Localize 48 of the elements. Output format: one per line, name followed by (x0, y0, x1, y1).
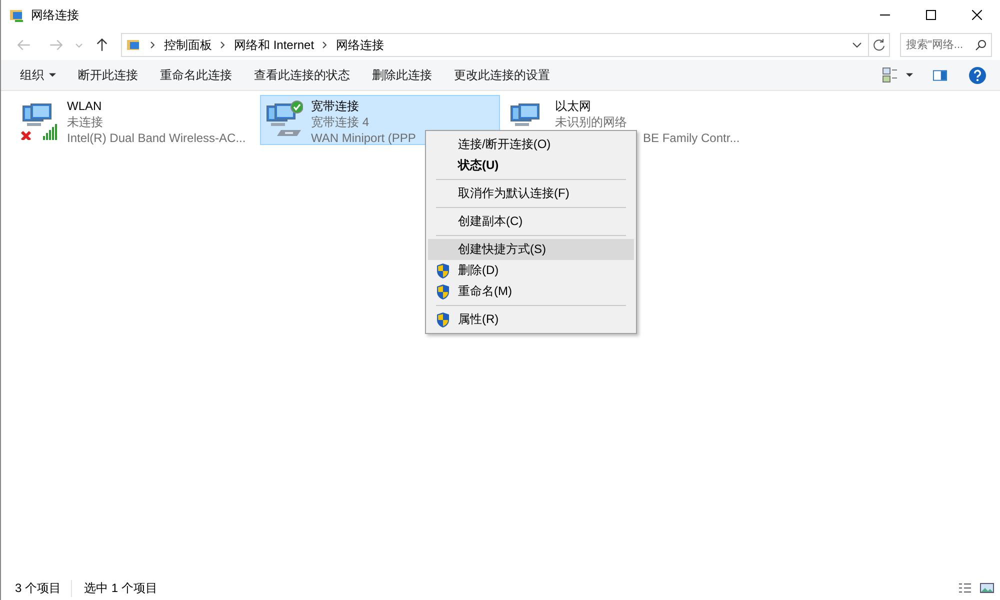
search-field[interactable]: 搜索"网络... (900, 33, 992, 57)
toolbar-button[interactable]: 组织 (9, 62, 67, 88)
connection-name: 宽带连接 (311, 98, 360, 114)
large-icons-view-icon[interactable] (980, 582, 994, 594)
close-icon (972, 10, 982, 20)
breadcrumb[interactable]: 网络连接 (336, 36, 384, 54)
caret-icon (49, 73, 56, 77)
adapter-name: Intel(R) Dual Band Wireless-AC... (67, 130, 246, 146)
status-text: 选中 1 个项目 (71, 580, 168, 596)
shield-icon (436, 312, 450, 328)
shield-icon (436, 262, 450, 278)
network-folder-icon (9, 7, 25, 23)
toolbar-button[interactable]: 查看此连接的状态 (243, 62, 361, 88)
address-bar[interactable]: 控制面板 网络和 Internet 网络连接 (121, 33, 890, 57)
status-text: 3 个项目 (15, 580, 62, 596)
breadcrumb[interactable]: 控制面板 (164, 36, 212, 54)
connection-name: 以太网 (555, 98, 592, 114)
control-panel-icon (126, 37, 142, 53)
shield-icon (436, 284, 450, 300)
menu-item[interactable]: 创建快捷方式(S) (428, 239, 634, 260)
maximize-icon (926, 10, 936, 20)
connection-status: 未识别的网络 (555, 114, 628, 130)
breadcrumb[interactable]: 网络和 Internet (234, 36, 314, 54)
preview-pane-icon[interactable] (933, 70, 947, 80)
chevron-icon (150, 41, 156, 49)
network-computer-icon (510, 103, 541, 126)
view-options-icon[interactable] (882, 67, 898, 83)
up-arrow-icon[interactable] (95, 38, 109, 52)
connection-name: WLAN (67, 98, 103, 114)
menu-item[interactable]: 属性(R) (428, 309, 634, 330)
connection-item[interactable]: WLAN 未连接 Intel(R) Dual Band Wireless-AC... (16, 95, 256, 145)
toolbar-button[interactable]: 更改此连接的设置 (443, 62, 561, 88)
connection-status: 宽带连接 4 (311, 114, 370, 130)
toolbar-button[interactable]: 重命名此连接 (149, 62, 243, 88)
window-title: 网络连接 (31, 6, 79, 24)
toolbar-button[interactable]: 删除此连接 (361, 62, 443, 88)
dropdown-caret-icon[interactable] (852, 41, 862, 49)
chevron-icon (220, 41, 226, 49)
toolbar-button[interactable]: 断开此连接 (67, 62, 149, 88)
connection-status: 未连接 (67, 114, 104, 130)
search-icon (975, 39, 987, 51)
chevron-icon (322, 41, 328, 49)
details-view-icon[interactable] (958, 582, 972, 594)
caret-icon[interactable] (906, 73, 913, 77)
adapter-name: WAN Miniport (PPP (311, 130, 416, 146)
adapter-name: BE Family Contr... (643, 130, 740, 146)
help-icon[interactable] (969, 66, 986, 84)
menu-item[interactable]: 删除(D) (428, 260, 634, 281)
